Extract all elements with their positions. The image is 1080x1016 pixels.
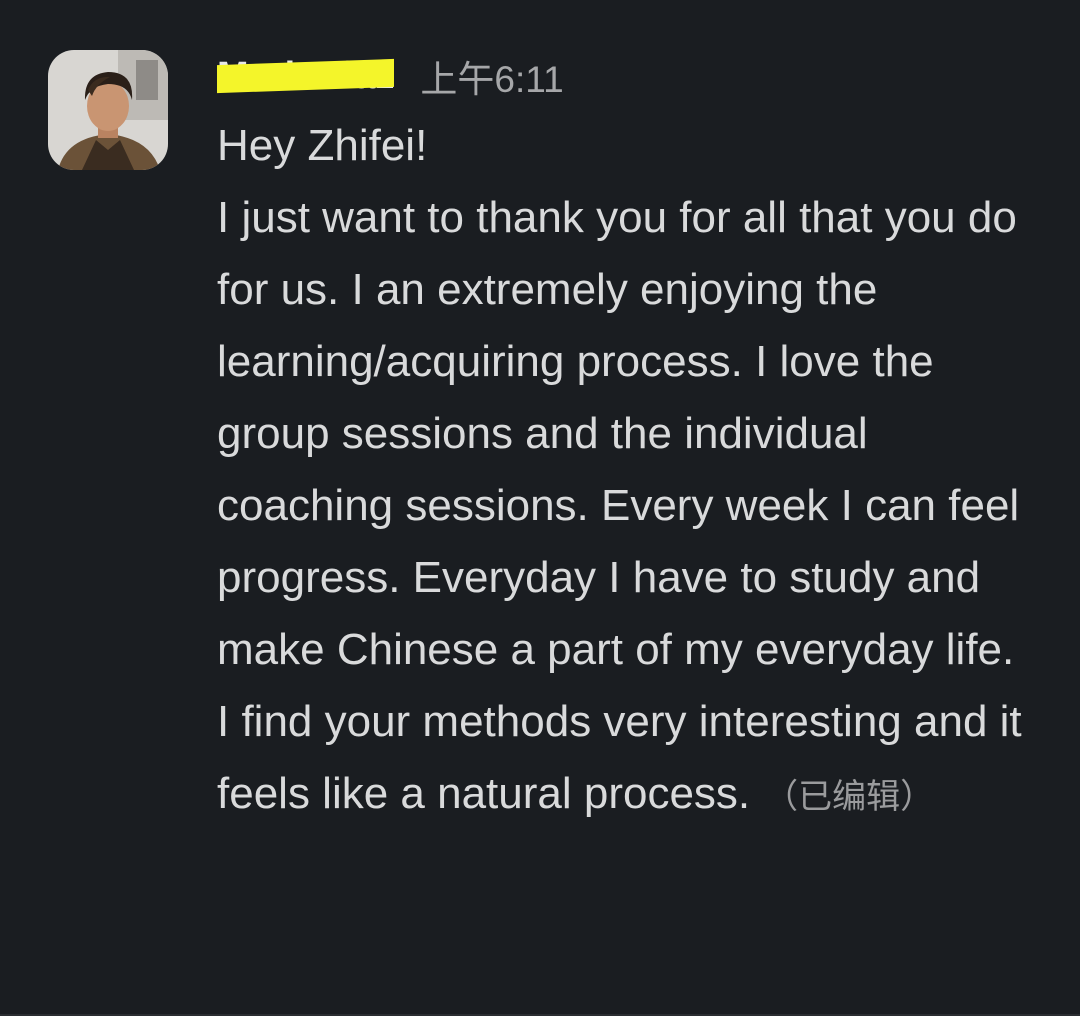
- user-photo-avatar-icon: [48, 50, 168, 170]
- message-body: Hey Zhifei! I just want to thank you for…: [217, 110, 1047, 833]
- message-timestamp[interactable]: 上午6:11: [420, 49, 563, 103]
- message-paragraph: I find your methods very interesting and…: [217, 686, 1047, 833]
- sender-name[interactable]: Mark Diaz: [217, 54, 395, 98]
- message-paragraph: Hey Zhifei!: [217, 121, 428, 170]
- avatar[interactable]: [48, 50, 168, 170]
- message-paragraph: I just want to thank you for all that yo…: [217, 193, 1020, 674]
- edited-label: （已编辑）: [764, 778, 935, 816]
- message-header: Mark Diaz 上午6:11: [217, 50, 564, 102]
- message-view: Mark Diaz 上午6:11 Hey Zhifei! I just want…: [0, 0, 1080, 1016]
